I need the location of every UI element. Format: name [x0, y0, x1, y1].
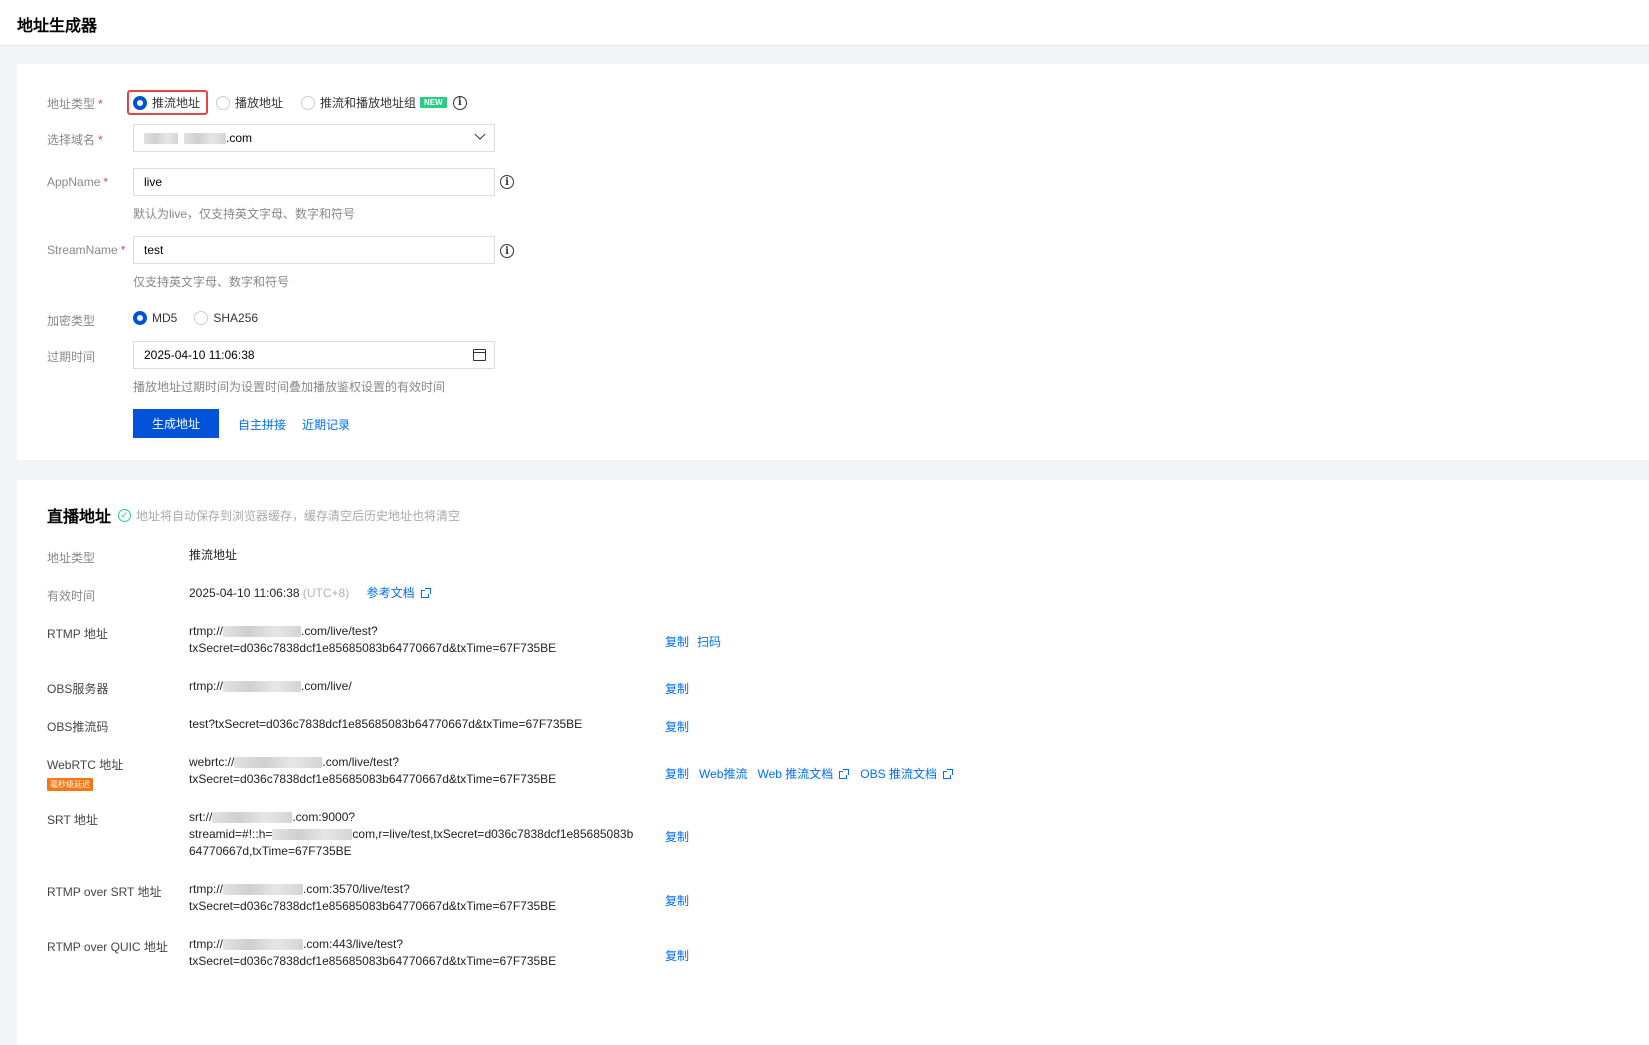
- top-bar: 地址生成器: [0, 0, 1649, 46]
- address-type-radio-group: 推流地址 播放地址 推流和播放地址组 NEW i: [127, 90, 467, 115]
- rtmp-over-quic-value: rtmp://.com:443/live/test? txSecret=d036…: [189, 937, 557, 968]
- generate-address-button[interactable]: 生成地址: [133, 409, 219, 438]
- redacted-domain: [223, 626, 302, 638]
- redacted-domain: [212, 812, 293, 824]
- external-link-icon: [942, 768, 953, 779]
- domain-label: 选择域名 *: [47, 133, 103, 147]
- appname-hint: 默认为live，仅支持英文字母、数字和符号: [133, 207, 356, 221]
- recent-records-link[interactable]: 近期记录: [302, 416, 350, 433]
- radio-md5[interactable]: MD5: [133, 311, 177, 325]
- copy-rtmp-over-quic-link[interactable]: 复制: [665, 947, 689, 964]
- web-push-link[interactable]: Web推流: [699, 765, 747, 782]
- info-icon[interactable]: i: [500, 244, 514, 258]
- reference-doc-link[interactable]: 参考文档: [367, 586, 431, 600]
- redacted-domain: [144, 132, 178, 144]
- obs-stream-key-value: test?txSecret=d036c7838dcf1e85685083b647…: [189, 717, 583, 731]
- generator-form-card: 地址类型 * 推流地址 播放地址 推流和播放地址组 NEW i 选择域名 * .co…: [17, 64, 1649, 460]
- streamname-input[interactable]: test: [133, 236, 495, 264]
- obs-server-value: rtmp://.com/live/: [189, 679, 352, 693]
- copy-srt-link[interactable]: 复制: [665, 828, 689, 845]
- result-address-type-label: 地址类型: [47, 551, 96, 565]
- rtmp-address-value: rtmp://.com/live/test? txSecret=d036c783…: [189, 624, 557, 655]
- radio-empty-icon: [194, 311, 209, 325]
- radio-selected-icon: [133, 311, 147, 325]
- check-circle-icon: ✓: [118, 508, 132, 522]
- results-header: 直播地址 ✓ 地址将自动保存到浏览器缓存，缓存清空后历史地址也将清空: [47, 503, 460, 527]
- rtmp-over-quic-label: RTMP over QUIC 地址: [47, 940, 168, 954]
- srt-label: SRT 地址: [47, 813, 98, 827]
- streamname-label: StreamName *: [47, 243, 126, 257]
- webrtc-actions: 复制 Web推流 Web 推流文档 OBS 推流文档: [665, 765, 953, 782]
- copy-rtmp-link[interactable]: 复制: [665, 633, 689, 650]
- radio-play-address[interactable]: 播放地址: [216, 94, 283, 111]
- low-latency-badge: 毫秒级延迟: [47, 776, 93, 791]
- encryption-radio-group: MD5 SHA256: [133, 311, 258, 325]
- redacted-domain: [223, 939, 304, 951]
- external-link-icon: [420, 587, 431, 598]
- copy-rtmp-over-srt-link[interactable]: 复制: [665, 892, 689, 909]
- info-icon[interactable]: i: [452, 95, 467, 110]
- domain-select[interactable]: .com: [133, 124, 495, 152]
- scan-qr-link[interactable]: 扫码: [697, 633, 721, 650]
- page-title: 地址生成器: [17, 18, 98, 35]
- expiry-datetime-input[interactable]: 2025-04-10 11:06:38: [133, 341, 495, 369]
- encryption-label: 加密类型: [47, 314, 96, 328]
- copy-webrtc-link[interactable]: 复制: [665, 765, 689, 782]
- redacted-domain: [223, 681, 302, 693]
- rtmp-over-srt-value: rtmp://.com:3570/live/test? txSecret=d03…: [189, 882, 557, 913]
- external-link-icon: [839, 768, 850, 779]
- new-badge: NEW: [420, 97, 447, 108]
- radio-push-address[interactable]: 推流地址: [127, 90, 209, 115]
- expiry-label: 过期时间: [47, 350, 96, 364]
- obs-server-label: OBS服务器: [47, 682, 109, 696]
- address-type-label: 地址类型 *: [47, 97, 103, 111]
- appname-label: AppName *: [47, 175, 109, 189]
- webrtc-address-value: webrtc://.com/live/test? txSecret=d036c7…: [189, 755, 557, 786]
- redacted-domain: [234, 757, 323, 769]
- info-icon[interactable]: i: [500, 175, 514, 189]
- valid-time-label: 有效时间: [47, 589, 96, 603]
- radio-sha256[interactable]: SHA256: [194, 311, 258, 325]
- live-address-card: 直播地址 ✓ 地址将自动保存到浏览器缓存，缓存清空后历史地址也将清空 地址类型 …: [17, 480, 1649, 1045]
- result-address-type-value: 推流地址: [189, 548, 238, 562]
- radio-empty-icon: [216, 95, 231, 110]
- webrtc-label: WebRTC 地址: [47, 758, 124, 772]
- calendar-icon[interactable]: [473, 349, 486, 361]
- expiry-hint: 播放地址过期时间为设置时间叠加播放鉴权设置的有效时间: [133, 380, 446, 394]
- custom-compose-link[interactable]: 自主拼接: [238, 416, 286, 433]
- copy-obs-key-link[interactable]: 复制: [665, 718, 689, 735]
- redacted-domain: [223, 884, 304, 896]
- cache-notice: 地址将自动保存到浏览器缓存，缓存清空后历史地址也将清空: [136, 508, 461, 523]
- obs-push-doc-link[interactable]: OBS 推流文档: [860, 765, 953, 782]
- obs-stream-key-label: OBS推流码: [47, 720, 109, 734]
- radio-push-and-play-group[interactable]: 推流和播放地址组 NEW: [301, 94, 447, 111]
- rtmp-over-srt-label: RTMP over SRT 地址: [47, 885, 162, 899]
- chevron-down-icon: [474, 128, 486, 140]
- rtmp-label: RTMP 地址: [47, 627, 108, 641]
- valid-time-value: 2025-04-10 11:06:38 (UTC+8) 参考文档: [189, 585, 431, 602]
- redacted-domain: [184, 132, 226, 144]
- radio-selected-icon: [133, 95, 147, 110]
- section-title: 直播地址: [47, 509, 112, 526]
- copy-obs-server-link[interactable]: 复制: [665, 680, 689, 697]
- radio-empty-icon: [301, 95, 316, 110]
- appname-input[interactable]: live: [133, 168, 495, 196]
- streamname-hint: 仅支持英文字母、数字和符号: [133, 275, 290, 289]
- srt-address-value: srt://.com:9000? streamid=#!::h= com,r=li…: [189, 810, 634, 858]
- web-push-doc-link[interactable]: Web 推流文档: [757, 765, 850, 782]
- redacted-domain: [272, 829, 353, 841]
